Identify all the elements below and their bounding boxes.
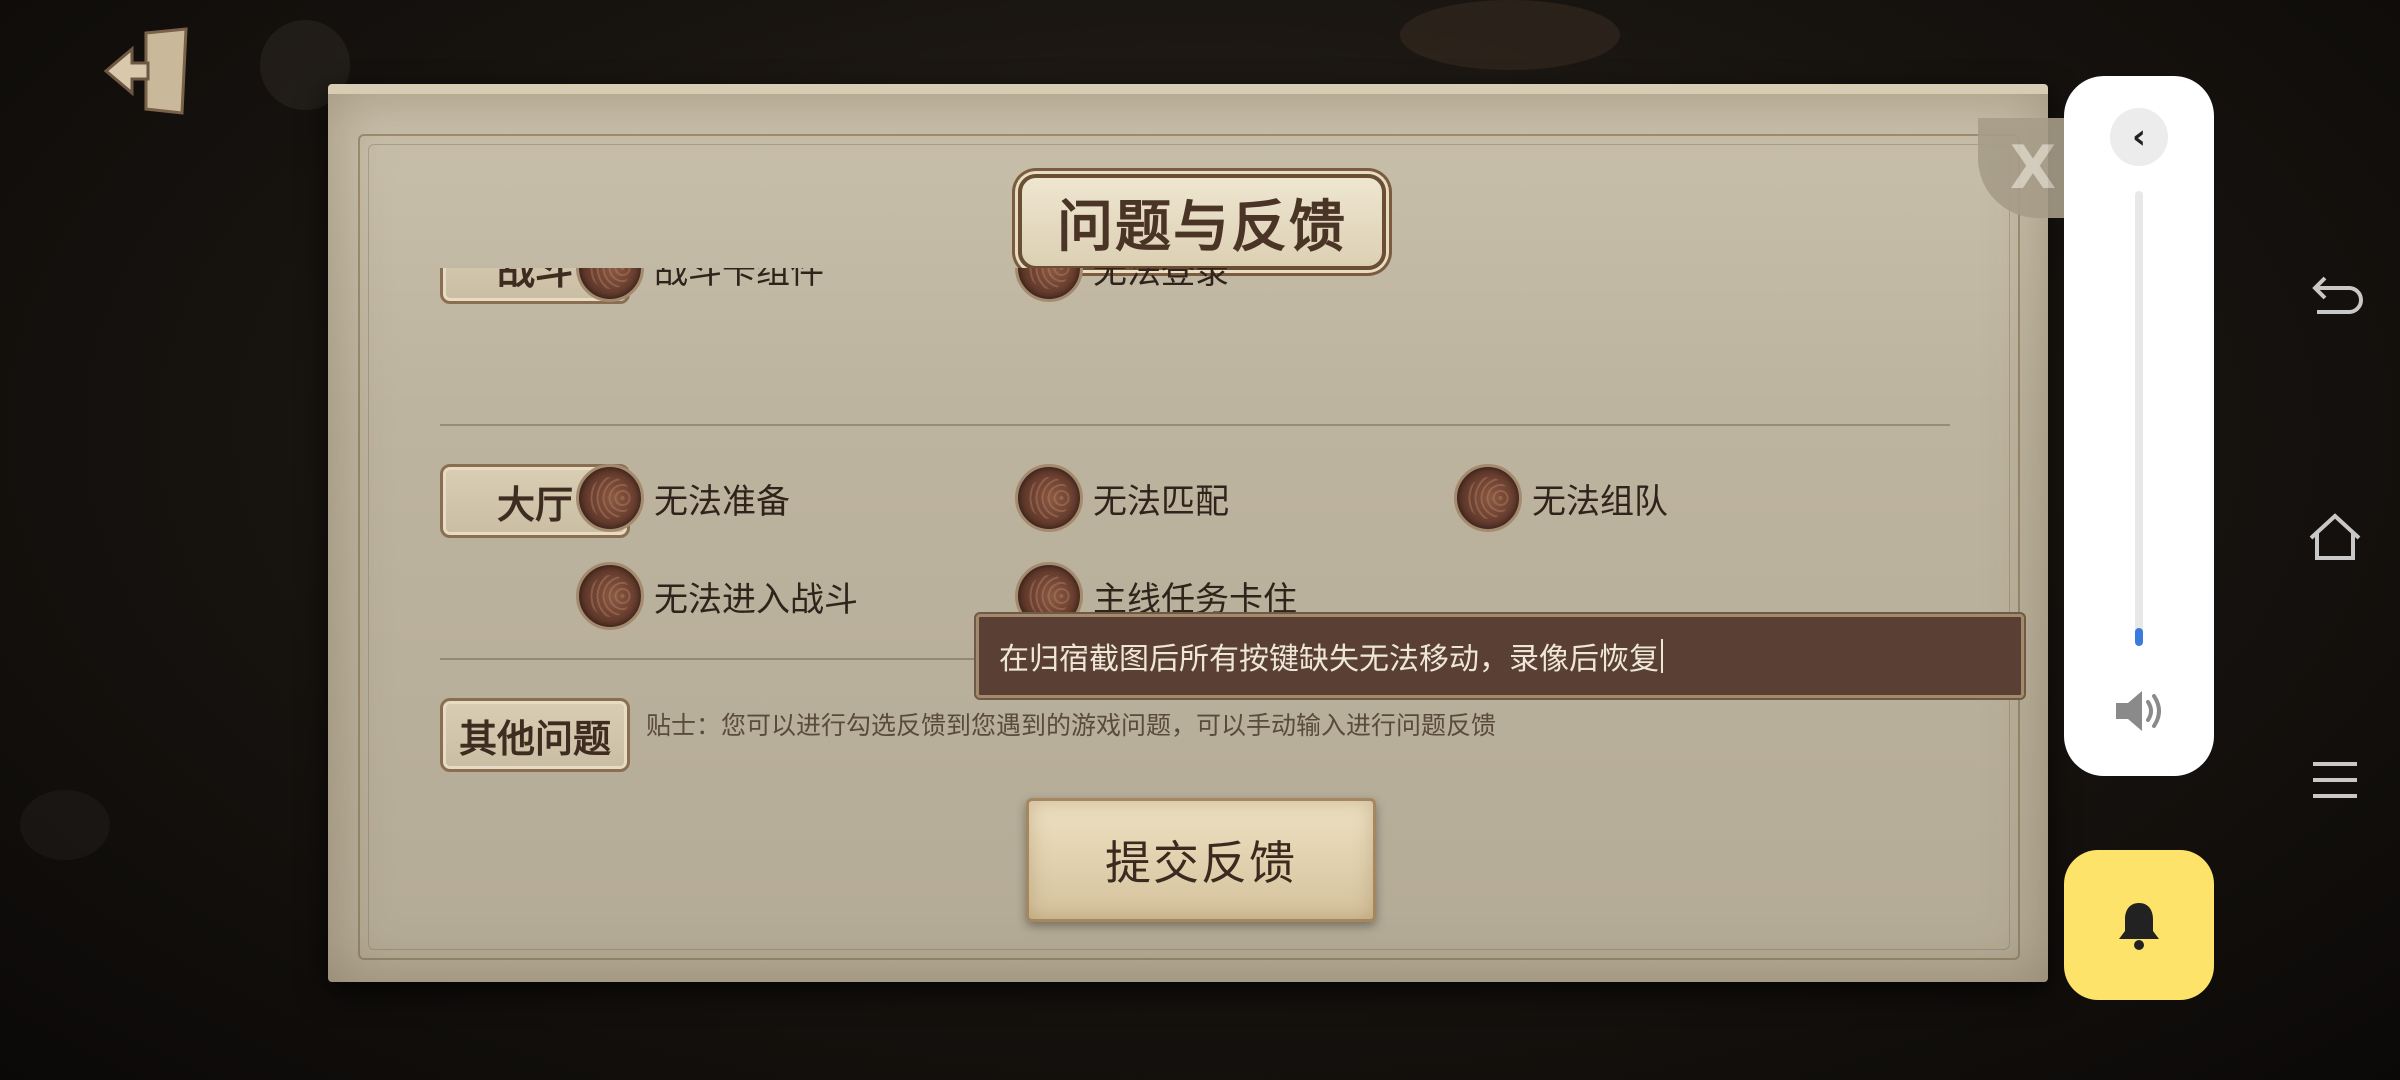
volume-slider[interactable] [2135, 191, 2143, 646]
option-cannot-login[interactable]: 无法登录 [1015, 268, 1229, 304]
notification-button[interactable] [2064, 850, 2214, 1000]
radio-button[interactable] [1015, 464, 1083, 532]
option-battle-stuck[interactable]: 战斗卡组件 [576, 268, 824, 304]
radio-button[interactable] [1015, 268, 1083, 302]
exit-button[interactable] [95, 18, 200, 123]
background-prop [20, 790, 110, 860]
speaker-icon[interactable] [2112, 686, 2168, 736]
dialog-title: 问题与反馈 [1018, 174, 1386, 270]
bell-icon [2119, 903, 2159, 950]
category-tag-other: 其他问题 [440, 698, 630, 772]
text-caret [1661, 639, 1663, 673]
collapse-button[interactable]: ‹ [2110, 108, 2168, 166]
option-cannot-enter-battle[interactable]: 无法进入战斗 [576, 560, 858, 632]
option-cannot-team[interactable]: 无法组队 [1454, 462, 1668, 534]
option-cannot-ready[interactable]: 无法准备 [576, 462, 790, 534]
radio-button[interactable] [576, 464, 644, 532]
option-cannot-match[interactable]: 无法匹配 [1015, 462, 1229, 534]
feedback-dialog: 问题与反馈 X 战斗 战斗卡组件 无法登录 大厅 无法准备 无法匹配 无法组队 … [328, 84, 2088, 982]
feedback-options[interactable]: 战斗 战斗卡组件 无法登录 大厅 无法准备 无法匹配 无法组队 无法进入战斗 主… [440, 268, 1950, 868]
chevron-left-icon: ‹ [2131, 117, 2146, 157]
volume-panel: ‹ [2064, 76, 2214, 776]
divider [440, 424, 1950, 426]
background-prop [1400, 0, 1620, 70]
home-icon[interactable] [2305, 508, 2365, 568]
submit-feedback-button[interactable]: 提交反馈 [1026, 798, 1376, 922]
back-icon[interactable] [2305, 266, 2365, 326]
exit-door-icon [103, 26, 188, 115]
close-icon: X [2009, 133, 2057, 203]
input-text: 在归宿截图后所有按键缺失无法移动，录像后恢复 [999, 642, 1659, 677]
radio-button[interactable] [1454, 464, 1522, 532]
menu-icon[interactable] [2305, 750, 2365, 810]
other-issue-input[interactable]: 在归宿截图后所有按键缺失无法移动，录像后恢复 [976, 614, 2024, 698]
radio-button[interactable] [576, 268, 644, 302]
radio-button[interactable] [576, 562, 644, 630]
volume-fill [2135, 627, 2143, 646]
hint-text: 贴士：您可以进行勾选反馈到您遇到的游戏问题，可以手动输入进行问题反馈 [646, 711, 1497, 740]
